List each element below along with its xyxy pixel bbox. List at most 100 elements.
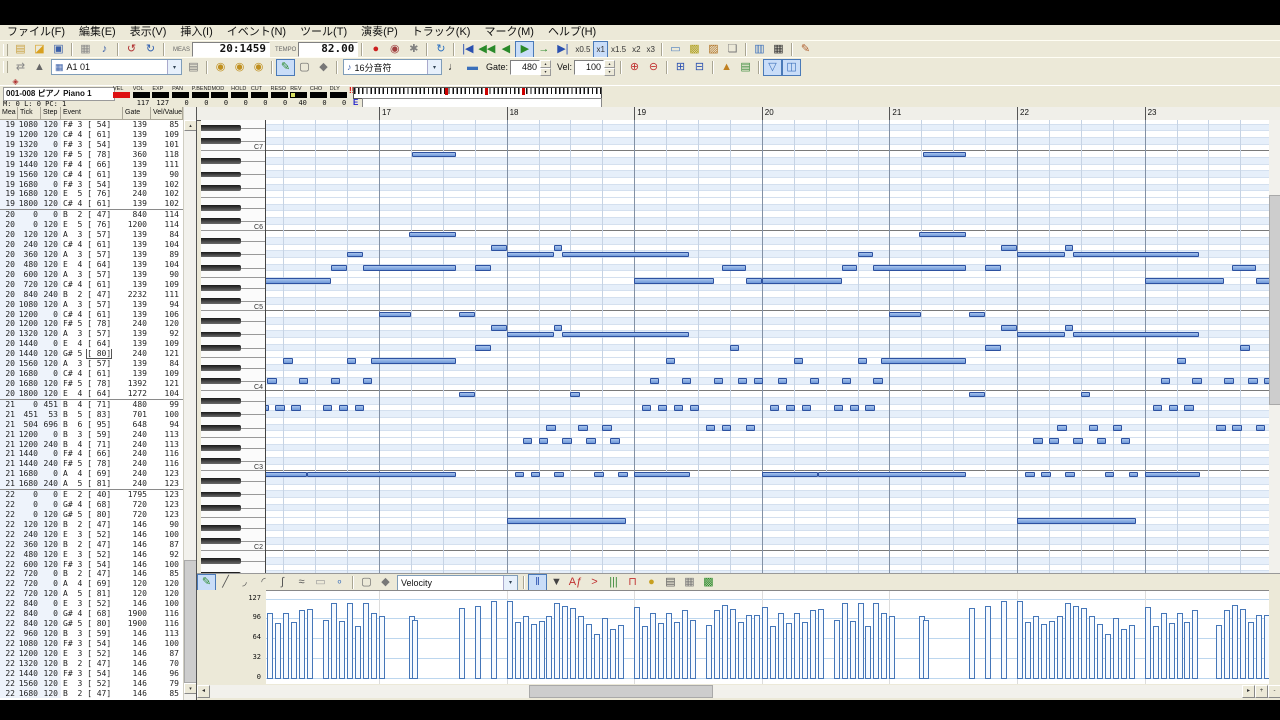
event-row[interactable]: 201440120G# 5 [ 80]240121	[0, 349, 183, 359]
event-row[interactable]: 221680120B 2 [ 47]14685	[0, 689, 183, 699]
velocity-bar[interactable]	[1264, 615, 1269, 679]
midi-note[interactable]	[323, 405, 332, 411]
midi-note[interactable]	[1184, 405, 1193, 411]
velocity-bar[interactable]	[834, 620, 840, 679]
midi-note[interactable]	[730, 345, 739, 351]
midi-note[interactable]	[507, 518, 626, 524]
midi-note[interactable]	[873, 265, 966, 271]
velocity-bar[interactable]	[371, 613, 377, 679]
midi-note[interactable]	[881, 358, 966, 364]
toolbar-grip-2[interactable]	[3, 61, 8, 73]
midi-note[interactable]	[1017, 518, 1136, 524]
midi-note[interactable]	[1073, 438, 1083, 444]
black-key[interactable]	[201, 298, 241, 304]
midi-note[interactable]	[722, 425, 731, 431]
event-row[interactable]: 211680240A 5 [ 81]240123	[0, 479, 183, 489]
event-row[interactable]: 191440120F# 4 [ 66]139111	[0, 160, 183, 170]
velocity-bar[interactable]	[539, 621, 545, 679]
velocity-bar[interactable]	[738, 622, 744, 679]
midi-note[interactable]	[658, 405, 667, 411]
black-key[interactable]	[201, 318, 241, 324]
midi-note[interactable]	[1145, 278, 1225, 284]
black-key[interactable]	[201, 425, 241, 431]
velocity-bar[interactable]	[858, 603, 864, 679]
black-key[interactable]	[201, 412, 241, 418]
midi-note[interactable]	[459, 312, 475, 318]
midi-note[interactable]	[1065, 245, 1073, 251]
vel-dot-tool-button[interactable]: ∘	[330, 574, 349, 591]
midi-note[interactable]	[889, 312, 921, 318]
midi-note[interactable]	[554, 472, 564, 478]
midi-note[interactable]	[1177, 358, 1186, 364]
event-row[interactable]: 21504696B 6 [ 95]64894	[0, 420, 183, 430]
black-key[interactable]	[201, 252, 241, 258]
snap-button[interactable]: ▽	[763, 59, 782, 76]
menu-item-7[interactable]: トラック(K)	[405, 25, 478, 40]
black-key[interactable]	[201, 478, 241, 484]
midi-note[interactable]	[355, 405, 364, 411]
event-row[interactable]: 22480120E 3 [ 52]14692	[0, 550, 183, 560]
midi-note[interactable]	[554, 325, 562, 331]
help-pointer-button[interactable]: ❏	[723, 41, 742, 58]
velocity-bar[interactable]	[658, 623, 664, 679]
velocity-bar[interactable]	[666, 613, 672, 679]
velocity-bar[interactable]	[1256, 615, 1262, 679]
midi-note[interactable]	[1161, 378, 1170, 384]
event-row[interactable]: 201560120A 3 [ 57]13984	[0, 359, 183, 369]
menu-item-3[interactable]: 挿入(I)	[173, 25, 219, 40]
midi-note[interactable]	[762, 278, 842, 284]
midi-note[interactable]	[1057, 425, 1067, 431]
track-select-combo[interactable]: ▦A1 01▾	[51, 59, 182, 75]
track-list-button[interactable]: ▦	[76, 41, 95, 58]
event-row[interactable]: 211440240F# 5 [ 78]240116	[0, 459, 183, 469]
event-row[interactable]: 22360120B 2 [ 47]14687	[0, 540, 183, 550]
event-row[interactable]: 2145153B 5 [ 83]701100	[0, 410, 183, 420]
midi-note[interactable]	[1089, 425, 1099, 431]
open-file-button[interactable]: ◪	[30, 41, 49, 58]
event-row[interactable]: 220120G# 5 [ 80]720123	[0, 510, 183, 520]
velocity-bar[interactable]	[1113, 618, 1119, 679]
redo-button[interactable]: ↻	[141, 41, 160, 58]
midi-note[interactable]	[802, 405, 811, 411]
velocity-bar[interactable]	[842, 603, 848, 679]
event-row[interactable]: 22960120B 3 [ 59]146113	[0, 629, 183, 639]
event-row[interactable]: 221080120F# 3 [ 54]146100	[0, 639, 183, 649]
midi-note[interactable]	[746, 278, 762, 284]
event-row[interactable]: 200120E 5 [ 76]1200114	[0, 220, 183, 230]
event-row[interactable]: 191200120C# 4 [ 61]139109	[0, 130, 183, 140]
black-key[interactable]	[201, 505, 241, 511]
velocity-bar[interactable]	[355, 626, 361, 679]
velocity-bar[interactable]	[1145, 607, 1151, 679]
event-row[interactable]: 20360120A 3 [ 57]13989	[0, 250, 183, 260]
event-row[interactable]: 201680120F# 5 [ 78]1392121	[0, 379, 183, 389]
black-key[interactable]	[201, 125, 241, 131]
midi-note[interactable]	[371, 358, 456, 364]
eventlist-window-button[interactable]: ▭	[666, 41, 685, 58]
velocity-bar[interactable]	[881, 613, 887, 679]
midi-note[interactable]	[1145, 472, 1201, 478]
midi-note[interactable]	[858, 252, 874, 258]
midi-note[interactable]	[834, 405, 843, 411]
event-row[interactable]: 22720120A 5 [ 81]120120	[0, 589, 183, 599]
midi-note[interactable]	[339, 405, 348, 411]
event-row[interactable]: 221320120B 2 [ 47]14670	[0, 659, 183, 669]
midi-note[interactable]	[475, 345, 491, 351]
scroll-left-button[interactable]: ◂	[197, 685, 210, 698]
velocity-bar[interactable]	[546, 616, 552, 679]
velocity-bar[interactable]	[714, 610, 720, 679]
velocity-bar[interactable]	[523, 616, 529, 679]
black-key[interactable]	[201, 332, 241, 338]
zoom-out-button[interactable]: ⊖	[644, 59, 663, 76]
black-key[interactable]	[201, 492, 241, 498]
midi-note[interactable]	[515, 472, 525, 478]
midi-note[interactable]	[1041, 472, 1051, 478]
velocity-bar[interactable]	[1232, 605, 1238, 679]
black-key[interactable]	[201, 238, 241, 244]
velocity-bar[interactable]	[602, 618, 608, 679]
midi-note[interactable]	[919, 232, 966, 238]
undo-button[interactable]: ↺	[122, 41, 141, 58]
event-row[interactable]: 20840240B 2 [ 47]2232111	[0, 290, 183, 300]
midi-note[interactable]	[1073, 332, 1199, 338]
velocity-bar[interactable]	[475, 606, 481, 679]
midi-note[interactable]	[347, 358, 356, 364]
